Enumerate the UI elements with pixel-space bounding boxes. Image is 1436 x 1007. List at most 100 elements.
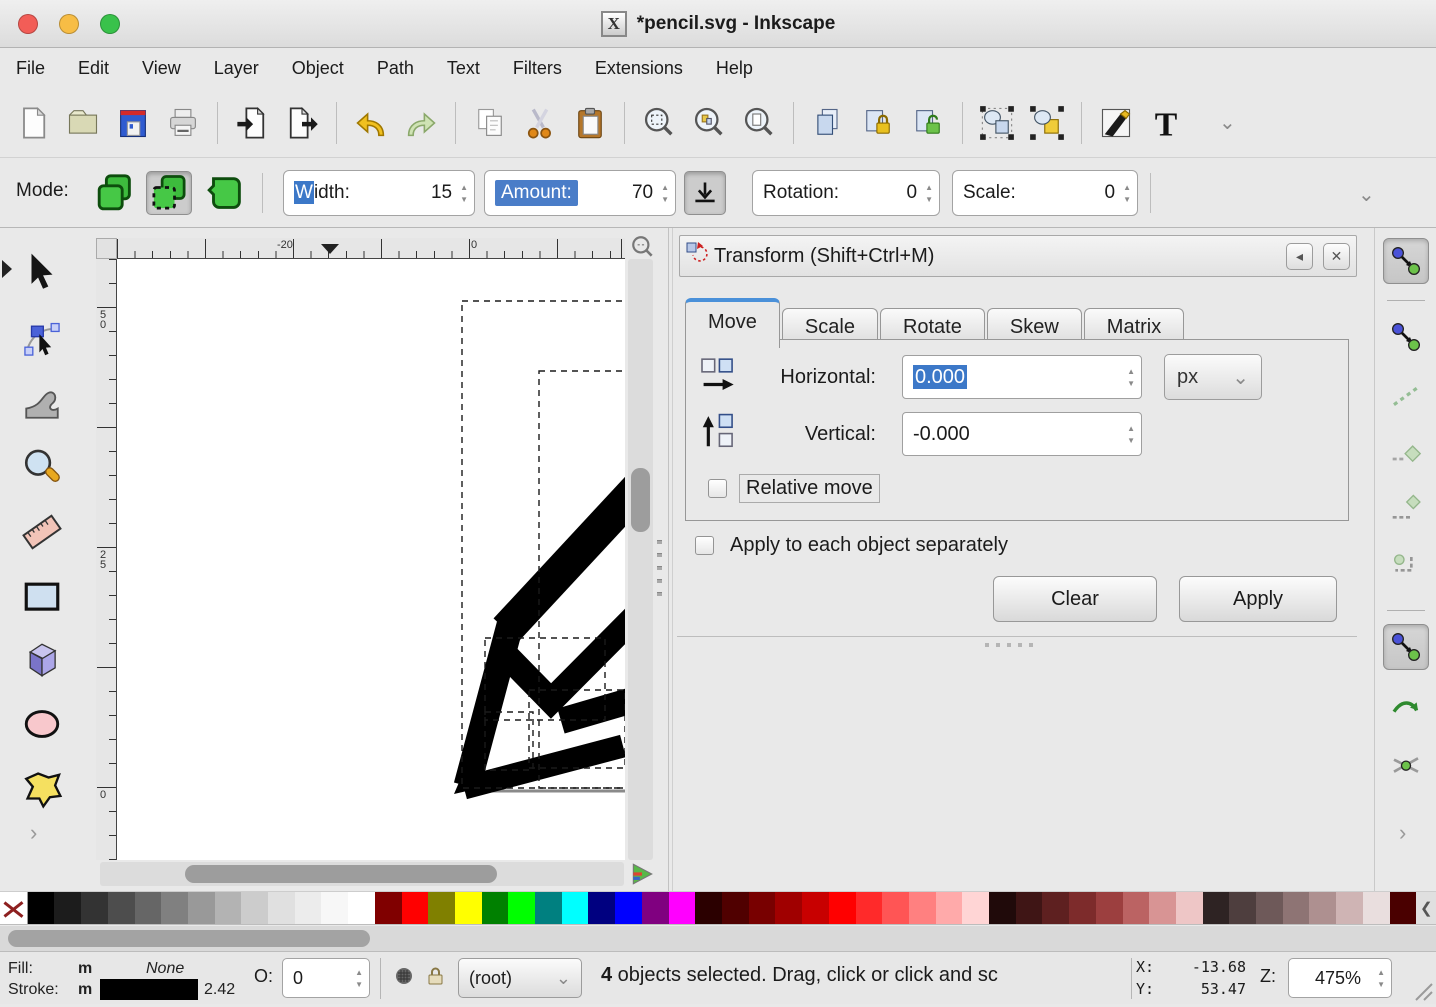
zoom-page-button[interactable] (734, 99, 784, 147)
zoom-tool-button[interactable] (16, 442, 68, 494)
swatch-008080[interactable] (535, 892, 562, 924)
box-3d-tool-button[interactable] (16, 634, 68, 686)
layer-visibility-icon[interactable] (392, 964, 416, 993)
new-document-button[interactable] (8, 99, 58, 147)
rotation-spinbox[interactable]: Rotation: 0 (752, 170, 940, 216)
ungroup-button[interactable] (1022, 99, 1072, 147)
unit-dropdown[interactable]: px⌄ (1164, 354, 1262, 400)
spray-clone-mode-button[interactable] (146, 171, 192, 215)
palette-scroll-thumb[interactable] (8, 930, 370, 947)
hscroll-thumb[interactable] (185, 865, 497, 883)
vertical-ruler[interactable]: 50 25 0 (96, 259, 117, 860)
node-editor-tool-button[interactable] (16, 312, 68, 364)
snap-bbox-midpoints-button[interactable] (1383, 485, 1429, 531)
swatch-ff00ff[interactable] (669, 892, 696, 924)
snap-master-button[interactable] (1383, 238, 1429, 284)
swatch-ff2a2a[interactable] (856, 892, 883, 924)
swatch-ffff00[interactable] (455, 892, 482, 924)
relative-move-checkbox[interactable] (708, 479, 727, 498)
amount-spinbox[interactable]: Amount: 70 (484, 170, 676, 216)
snapbar-more-chevron-icon[interactable]: › (1399, 820, 1406, 846)
menu-help[interactable]: Help (716, 58, 753, 79)
swatch-ffaaaa[interactable] (936, 892, 963, 924)
color-managed-view-icon[interactable] (629, 861, 655, 887)
dialog-resize-handle[interactable] (985, 643, 1033, 647)
snap-bbox-corners-button[interactable] (1383, 428, 1429, 474)
swatch-200a0a[interactable] (989, 892, 1016, 924)
swatch-780000[interactable] (749, 892, 776, 924)
swatch-ececec[interactable] (295, 892, 322, 924)
spray-copy-mode-button[interactable] (92, 171, 138, 215)
text-dialog-button[interactable]: T (1141, 99, 1191, 147)
menu-view[interactable]: View (142, 58, 181, 79)
swatch-808080[interactable] (161, 892, 188, 924)
export-button[interactable] (277, 99, 327, 147)
swatch-500000[interactable] (722, 892, 749, 924)
menu-text[interactable]: Text (447, 58, 480, 79)
width-spinbox[interactable]: Width: 15 (283, 170, 475, 216)
options-overflow-chevron-icon[interactable]: ⌄ (1358, 182, 1375, 207)
snap-bounding-box-button[interactable] (1383, 314, 1429, 360)
swatch-e0e0e0[interactable] (268, 892, 295, 924)
menu-path[interactable]: Path (377, 58, 414, 79)
swatch-a00000[interactable] (775, 892, 802, 924)
swatch-cccccc[interactable] (241, 892, 268, 924)
menu-edit[interactable]: Edit (78, 58, 109, 79)
swatch-ffd5d5[interactable] (962, 892, 989, 924)
swatch-d89494[interactable] (1149, 892, 1176, 924)
swatch-800000[interactable] (375, 892, 402, 924)
zoom-drawing-button[interactable] (684, 99, 734, 147)
canvas[interactable] (117, 259, 625, 860)
window-resize-grip[interactable] (1412, 980, 1434, 1002)
swatch-800080[interactable] (642, 892, 669, 924)
swatch-2e2323[interactable] (1203, 892, 1230, 924)
menu-object[interactable]: Object (292, 58, 344, 79)
swatch-8e7474[interactable] (1283, 892, 1310, 924)
swatch-6e5959[interactable] (1256, 892, 1283, 924)
cut-button[interactable] (515, 99, 565, 147)
swatch-5e2020[interactable] (1042, 892, 1069, 924)
swatch-808000[interactable] (428, 892, 455, 924)
pressure-sensitivity-button[interactable] (684, 171, 726, 215)
clear-button[interactable]: Clear (993, 576, 1157, 622)
zoom-spinbox[interactable]: 475% (1288, 958, 1392, 998)
menu-layer[interactable]: Layer (214, 58, 259, 79)
swatch-ffffff[interactable] (348, 892, 375, 924)
swatch-2b0000[interactable] (695, 892, 722, 924)
swatch-ae9090[interactable] (1309, 892, 1336, 924)
swatch-008000[interactable] (482, 892, 509, 924)
swatch-0000ff[interactable] (615, 892, 642, 924)
swatch-cfb4b4[interactable] (1336, 892, 1363, 924)
swatch-e9dede[interactable] (1363, 892, 1390, 924)
star-tool-button[interactable] (16, 762, 68, 814)
stroke-width-value[interactable]: 2.42 (204, 981, 235, 999)
toolbar-overflow-chevron-icon[interactable]: ⌄ (1219, 110, 1236, 135)
vscroll-thumb[interactable] (631, 468, 650, 532)
fill-stroke-dialog-button[interactable] (1091, 99, 1141, 147)
ellipse-tool-button[interactable] (16, 698, 68, 750)
swatch-none[interactable] (0, 892, 28, 924)
undock-dialog-button[interactable]: ◂ (1286, 243, 1313, 270)
menu-filters[interactable]: Filters (513, 58, 562, 79)
stroke-color-swatch[interactable] (100, 979, 198, 1000)
spray-path-mode-button[interactable] (202, 171, 248, 215)
swatch-000080[interactable] (588, 892, 615, 924)
horizontal-ruler[interactable]: -20 0 (117, 238, 625, 259)
swatch-666666[interactable] (135, 892, 162, 924)
pencil-drawing[interactable] (117, 259, 625, 860)
close-dialog-button[interactable]: ✕ (1323, 243, 1350, 270)
swatch-c80000[interactable] (802, 892, 829, 924)
swatch-00ff00[interactable] (508, 892, 535, 924)
open-document-button[interactable] (58, 99, 108, 147)
snap-paths-button[interactable] (1383, 686, 1429, 732)
tweak-tool-button[interactable] (16, 376, 68, 428)
canvas-vertical-scrollbar[interactable] (628, 259, 653, 860)
save-document-button[interactable] (108, 99, 158, 147)
scale-spinbox[interactable]: Scale: 0 (952, 170, 1138, 216)
vertical-input[interactable]: -0.000 (902, 412, 1142, 456)
swatch-3f1515[interactable] (1016, 892, 1043, 924)
sticky-zoom-icon[interactable] (630, 234, 656, 260)
tab-move[interactable]: Move (685, 298, 780, 348)
duplicate-button[interactable] (803, 99, 853, 147)
pane-resize-handle[interactable] (657, 540, 662, 596)
